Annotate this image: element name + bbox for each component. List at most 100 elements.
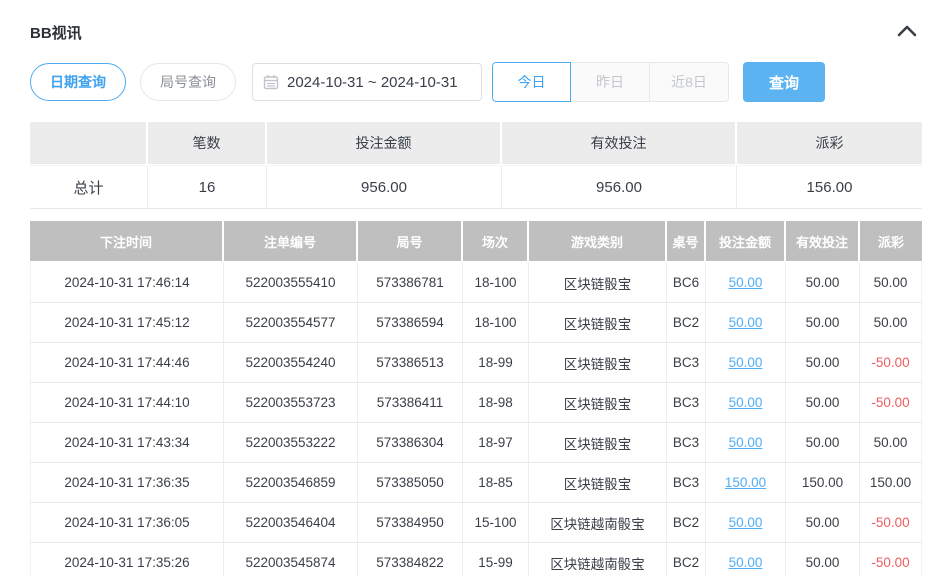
quick-range-yesterday[interactable]: 昨日 — [571, 62, 650, 102]
table-row: 2024-10-31 17:43:34 522003553222 5733863… — [30, 423, 922, 463]
summary-total-valid-bet: 956.00 — [502, 165, 737, 209]
round-query-tab[interactable]: 局号查询 — [140, 63, 236, 101]
cell-valid-bet: 50.00 — [786, 343, 860, 383]
cell-table-no: BC3 — [667, 423, 706, 463]
bet-amount-link[interactable]: 50.00 — [729, 435, 763, 450]
table-row: 2024-10-31 17:44:10 522003553723 5733864… — [30, 383, 922, 423]
cell-bet-time: 2024-10-31 17:46:14 — [30, 263, 224, 303]
summary-total-count: 16 — [148, 165, 267, 209]
cell-bet-amount: 50.00 — [706, 503, 786, 543]
cell-payout: -50.00 — [860, 383, 922, 423]
cell-payout: 150.00 — [860, 463, 922, 503]
bet-amount-link[interactable]: 50.00 — [729, 355, 763, 370]
cell-round-id: 573386594 — [358, 303, 463, 343]
date-query-tab[interactable]: 日期查询 — [30, 63, 126, 101]
col-round-id: 局号 — [358, 221, 463, 263]
cell-table-no: BC2 — [667, 303, 706, 343]
cell-bet-time: 2024-10-31 17:45:12 — [30, 303, 224, 343]
cell-bet-amount: 150.00 — [706, 463, 786, 503]
cell-bet-time: 2024-10-31 17:44:10 — [30, 383, 224, 423]
bet-amount-link[interactable]: 50.00 — [729, 515, 763, 530]
cell-session: 18-85 — [463, 463, 529, 503]
cell-payout: -50.00 — [860, 343, 922, 383]
panel-titlebar: BB视讯 — [30, 22, 922, 42]
cell-session: 15-99 — [463, 543, 529, 576]
search-button[interactable]: 查询 — [743, 62, 825, 102]
col-payout: 派彩 — [860, 221, 922, 263]
cell-bet-id: 522003546859 — [224, 463, 358, 503]
summary-total-row: 总计 16 956.00 956.00 156.00 — [30, 165, 922, 209]
cell-round-id: 573384822 — [358, 543, 463, 576]
summary-col-blank — [30, 122, 148, 165]
quick-range-today[interactable]: 今日 — [492, 62, 571, 102]
collapse-button[interactable] — [896, 24, 918, 41]
summary-table: 笔数 投注金额 有效投注 派彩 总计 16 956.00 956.00 156.… — [30, 122, 922, 209]
cell-round-id: 573384950 — [358, 503, 463, 543]
cell-bet-amount: 50.00 — [706, 343, 786, 383]
cell-bet-id: 522003554577 — [224, 303, 358, 343]
cell-table-no: BC2 — [667, 543, 706, 576]
cell-round-id: 573386781 — [358, 263, 463, 303]
cell-bet-time: 2024-10-31 17:43:34 — [30, 423, 224, 463]
cell-valid-bet: 50.00 — [786, 303, 860, 343]
cell-bet-id: 522003546404 — [224, 503, 358, 543]
cell-payout: -50.00 — [860, 543, 922, 576]
records-table: 下注时间 注单编号 局号 场次 游戏类别 桌号 投注金额 有效投注 派彩 202… — [30, 221, 922, 576]
cell-bet-time: 2024-10-31 17:36:05 — [30, 503, 224, 543]
summary-col-payout: 派彩 — [737, 122, 922, 165]
summary-col-count: 笔数 — [148, 122, 267, 165]
cell-game-type: 区块链骰宝 — [529, 423, 667, 463]
cell-valid-bet: 50.00 — [786, 543, 860, 576]
records-header-row: 下注时间 注单编号 局号 场次 游戏类别 桌号 投注金额 有效投注 派彩 — [30, 221, 922, 263]
cell-game-type: 区块链越南骰宝 — [529, 503, 667, 543]
col-game-type: 游戏类别 — [529, 221, 667, 263]
table-row: 2024-10-31 17:45:12 522003554577 5733865… — [30, 303, 922, 343]
quick-range-group: 今日 昨日 近8日 — [492, 62, 729, 102]
cell-bet-amount: 50.00 — [706, 423, 786, 463]
cell-session: 18-98 — [463, 383, 529, 423]
col-bet-id: 注单编号 — [224, 221, 358, 263]
summary-total-payout: 156.00 — [737, 165, 922, 209]
cell-game-type: 区块链骰宝 — [529, 343, 667, 383]
cell-round-id: 573385050 — [358, 463, 463, 503]
cell-session: 18-100 — [463, 263, 529, 303]
bet-amount-link[interactable]: 150.00 — [725, 475, 766, 490]
cell-bet-id: 522003553723 — [224, 383, 358, 423]
cell-payout: 50.00 — [860, 423, 922, 463]
cell-game-type: 区块链越南骰宝 — [529, 543, 667, 576]
cell-table-no: BC6 — [667, 263, 706, 303]
table-row: 2024-10-31 17:44:46 522003554240 5733865… — [30, 343, 922, 383]
col-table-no: 桌号 — [667, 221, 706, 263]
cell-bet-time: 2024-10-31 17:36:35 — [30, 463, 224, 503]
cell-valid-bet: 50.00 — [786, 423, 860, 463]
cell-table-no: BC3 — [667, 383, 706, 423]
cell-game-type: 区块链骰宝 — [529, 263, 667, 303]
cell-session: 18-99 — [463, 343, 529, 383]
cell-valid-bet: 50.00 — [786, 503, 860, 543]
bet-amount-link[interactable]: 50.00 — [729, 395, 763, 410]
col-session: 场次 — [463, 221, 529, 263]
cell-bet-amount: 50.00 — [706, 303, 786, 343]
bet-amount-link[interactable]: 50.00 — [729, 555, 763, 570]
summary-col-valid-bet: 有效投注 — [502, 122, 737, 165]
summary-total-label: 总计 — [30, 165, 148, 209]
records-tbody: 2024-10-31 17:46:14 522003555410 5733867… — [30, 263, 922, 576]
bet-amount-link[interactable]: 50.00 — [729, 275, 763, 290]
cell-game-type: 区块链骰宝 — [529, 383, 667, 423]
cell-table-no: BC3 — [667, 343, 706, 383]
cell-table-no: BC2 — [667, 503, 706, 543]
table-row: 2024-10-31 17:46:14 522003555410 5733867… — [30, 263, 922, 303]
summary-total-bet-amount: 956.00 — [267, 165, 502, 209]
cell-bet-id: 522003554240 — [224, 343, 358, 383]
date-range-value: 2024-10-31 ~ 2024-10-31 — [287, 74, 458, 91]
cell-payout: -50.00 — [860, 503, 922, 543]
quick-range-last8days[interactable]: 近8日 — [650, 62, 729, 102]
bet-amount-link[interactable]: 50.00 — [729, 315, 763, 330]
filter-toolbar: 日期查询 局号查询 2024-10-31 ~ 2024-10-31 今日 昨日 … — [30, 62, 922, 102]
cell-bet-amount: 50.00 — [706, 543, 786, 576]
col-bet-amount: 投注金额 — [706, 221, 786, 263]
cell-game-type: 区块链骰宝 — [529, 303, 667, 343]
date-range-picker[interactable]: 2024-10-31 ~ 2024-10-31 — [252, 63, 482, 101]
cell-valid-bet: 50.00 — [786, 383, 860, 423]
cell-round-id: 573386411 — [358, 383, 463, 423]
